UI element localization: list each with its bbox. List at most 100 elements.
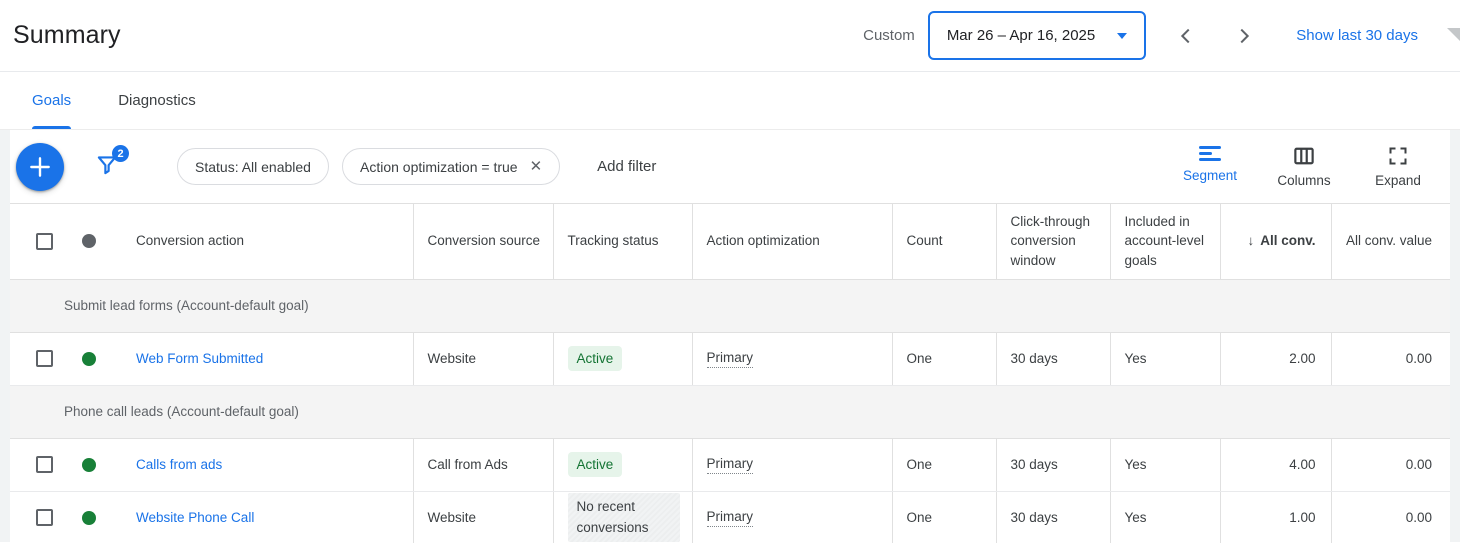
goal-group-label: Submit lead forms (Account-default goal) — [10, 279, 1450, 332]
conversion-action-link[interactable]: Web Form Submitted — [136, 351, 263, 366]
all-conv-value-cell: 0.00 — [1331, 491, 1450, 543]
goal-group-label: Phone call leads (Account-default goal) — [10, 385, 1450, 438]
active-tab-underline — [32, 126, 71, 129]
segment-icon — [1199, 146, 1221, 161]
click-window-cell: 30 days — [996, 491, 1110, 543]
header-select-all-cell — [10, 204, 66, 279]
date-range-controls: Custom Mar 26 – Apr 16, 2025 Show last 3… — [863, 11, 1418, 60]
tracking-status-cell: Active — [553, 438, 692, 491]
show-last-30-days-link[interactable]: Show last 30 days — [1296, 27, 1418, 44]
expand-button[interactable]: Expand — [1370, 146, 1426, 188]
tab-goals-label: Goals — [32, 92, 71, 109]
content-area: 2 Status: All enabled Action optimizatio… — [0, 130, 1460, 542]
add-filter-button[interactable]: Add filter — [597, 158, 656, 175]
action-optimization-value[interactable]: Primary — [707, 350, 754, 368]
all-conv-cell: 4.00 — [1220, 438, 1331, 491]
enabled-dot-icon — [82, 352, 96, 366]
table-view-actions: Segment Columns Expand — [1182, 146, 1426, 188]
action-optimization-value[interactable]: Primary — [707, 509, 754, 527]
enabled-dot-icon — [82, 458, 96, 472]
goal-group-row: Phone call leads (Account-default goal) — [10, 385, 1450, 438]
table-header-row: Conversion action Conversion source Trac… — [10, 204, 1450, 279]
conversion-action-cell: Website Phone Call — [112, 491, 413, 543]
action-optimization-cell: Primary — [692, 332, 892, 385]
expand-icon — [1388, 146, 1408, 166]
columns-icon — [1293, 146, 1315, 166]
all-conv-value-cell: 0.00 — [1331, 438, 1450, 491]
column-header-tracking-status[interactable]: Tracking status — [553, 204, 692, 279]
row-checkbox[interactable] — [36, 456, 53, 473]
tab-bar: Goals Diagnostics — [0, 72, 1460, 130]
segment-button[interactable]: Segment — [1182, 146, 1238, 188]
conversion-actions-table: Conversion action Conversion source Trac… — [10, 204, 1450, 543]
conversion-action-cell: Calls from ads — [112, 438, 413, 491]
column-header-conversion-source[interactable]: Conversion source — [413, 204, 553, 279]
count-cell: One — [892, 438, 996, 491]
column-header-all-conv-label: All conv. — [1260, 233, 1315, 248]
column-header-all-conv-value[interactable]: All conv. value — [1331, 204, 1450, 279]
conversion-source-cell: Call from Ads — [413, 438, 553, 491]
row-checkbox[interactable] — [36, 509, 53, 526]
sort-descending-icon: ↓ — [1247, 233, 1254, 248]
conversion-source-cell: Website — [413, 491, 553, 543]
all-conv-value-cell: 0.00 — [1331, 332, 1450, 385]
add-conversion-button[interactable] — [16, 143, 64, 191]
table-row: Calls from ads Call from Ads Active Prim… — [10, 438, 1450, 491]
goal-group-row: Submit lead forms (Account-default goal) — [10, 279, 1450, 332]
enabled-dot-icon — [82, 511, 96, 525]
tracking-status-cell: Active — [553, 332, 692, 385]
close-icon[interactable] — [530, 159, 543, 174]
filter-chip-status[interactable]: Status: All enabled — [177, 148, 329, 185]
conversion-action-link[interactable]: Calls from ads — [136, 457, 222, 472]
column-header-conversion-action[interactable]: Conversion action — [112, 204, 413, 279]
filter-chips: Status: All enabled Action optimization … — [177, 148, 560, 185]
table-row: Website Phone Call Website No recent con… — [10, 491, 1450, 543]
previous-period-button[interactable] — [1174, 24, 1198, 48]
filter-chip-action-optimization[interactable]: Action optimization = true — [342, 148, 560, 185]
row-status-cell — [66, 491, 112, 543]
row-select-cell — [10, 438, 66, 491]
column-header-click-through-window[interactable]: Click-through conversion window — [996, 204, 1110, 279]
columns-button[interactable]: Columns — [1276, 146, 1332, 188]
conversion-action-cell: Web Form Submitted — [112, 332, 413, 385]
tracking-status-badge: Active — [568, 452, 623, 477]
count-cell: One — [892, 491, 996, 543]
chevron-left-icon — [1175, 25, 1197, 47]
tab-diagnostics[interactable]: Diagnostics — [118, 72, 196, 129]
page-header: Summary Custom Mar 26 – Apr 16, 2025 Sho… — [0, 0, 1460, 72]
tracking-status-badge: No recent conversions — [568, 493, 680, 543]
tracking-status-badge: Active — [568, 346, 623, 371]
chevron-right-icon — [1233, 25, 1255, 47]
date-mode-label: Custom — [863, 27, 915, 44]
row-checkbox[interactable] — [36, 350, 53, 367]
column-header-count[interactable]: Count — [892, 204, 996, 279]
row-status-cell — [66, 438, 112, 491]
included-goals-cell: Yes — [1110, 332, 1220, 385]
all-conv-cell: 1.00 — [1220, 491, 1331, 543]
column-header-action-optimization[interactable]: Action optimization — [692, 204, 892, 279]
corner-resize-handle — [1447, 28, 1460, 41]
table-row: Web Form Submitted Website Active Primar… — [10, 332, 1450, 385]
column-header-included-goals[interactable]: Included in account-level goals — [1110, 204, 1220, 279]
row-status-cell — [66, 332, 112, 385]
tab-goals[interactable]: Goals — [32, 72, 71, 129]
tab-diagnostics-label: Diagnostics — [118, 92, 196, 109]
plus-icon — [27, 154, 53, 180]
click-window-cell: 30 days — [996, 332, 1110, 385]
click-window-cell: 30 days — [996, 438, 1110, 491]
filter-button[interactable]: 2 — [94, 152, 120, 181]
next-period-button[interactable] — [1232, 24, 1256, 48]
included-goals-cell: Yes — [1110, 438, 1220, 491]
date-range-picker[interactable]: Mar 26 – Apr 16, 2025 — [928, 11, 1146, 60]
select-all-checkbox[interactable] — [36, 233, 53, 250]
action-optimization-cell: Primary — [692, 491, 892, 543]
column-header-all-conv[interactable]: ↓ All conv. — [1220, 204, 1331, 279]
action-optimization-cell: Primary — [692, 438, 892, 491]
filter-count-badge: 2 — [112, 145, 129, 162]
conversion-action-link[interactable]: Website Phone Call — [136, 510, 254, 525]
filter-chip-action-optimization-label: Action optimization = true — [360, 159, 518, 175]
action-optimization-value[interactable]: Primary — [707, 456, 754, 474]
all-conv-cell: 2.00 — [1220, 332, 1331, 385]
filter-chip-status-label: Status: All enabled — [195, 159, 311, 175]
columns-label: Columns — [1277, 173, 1330, 188]
